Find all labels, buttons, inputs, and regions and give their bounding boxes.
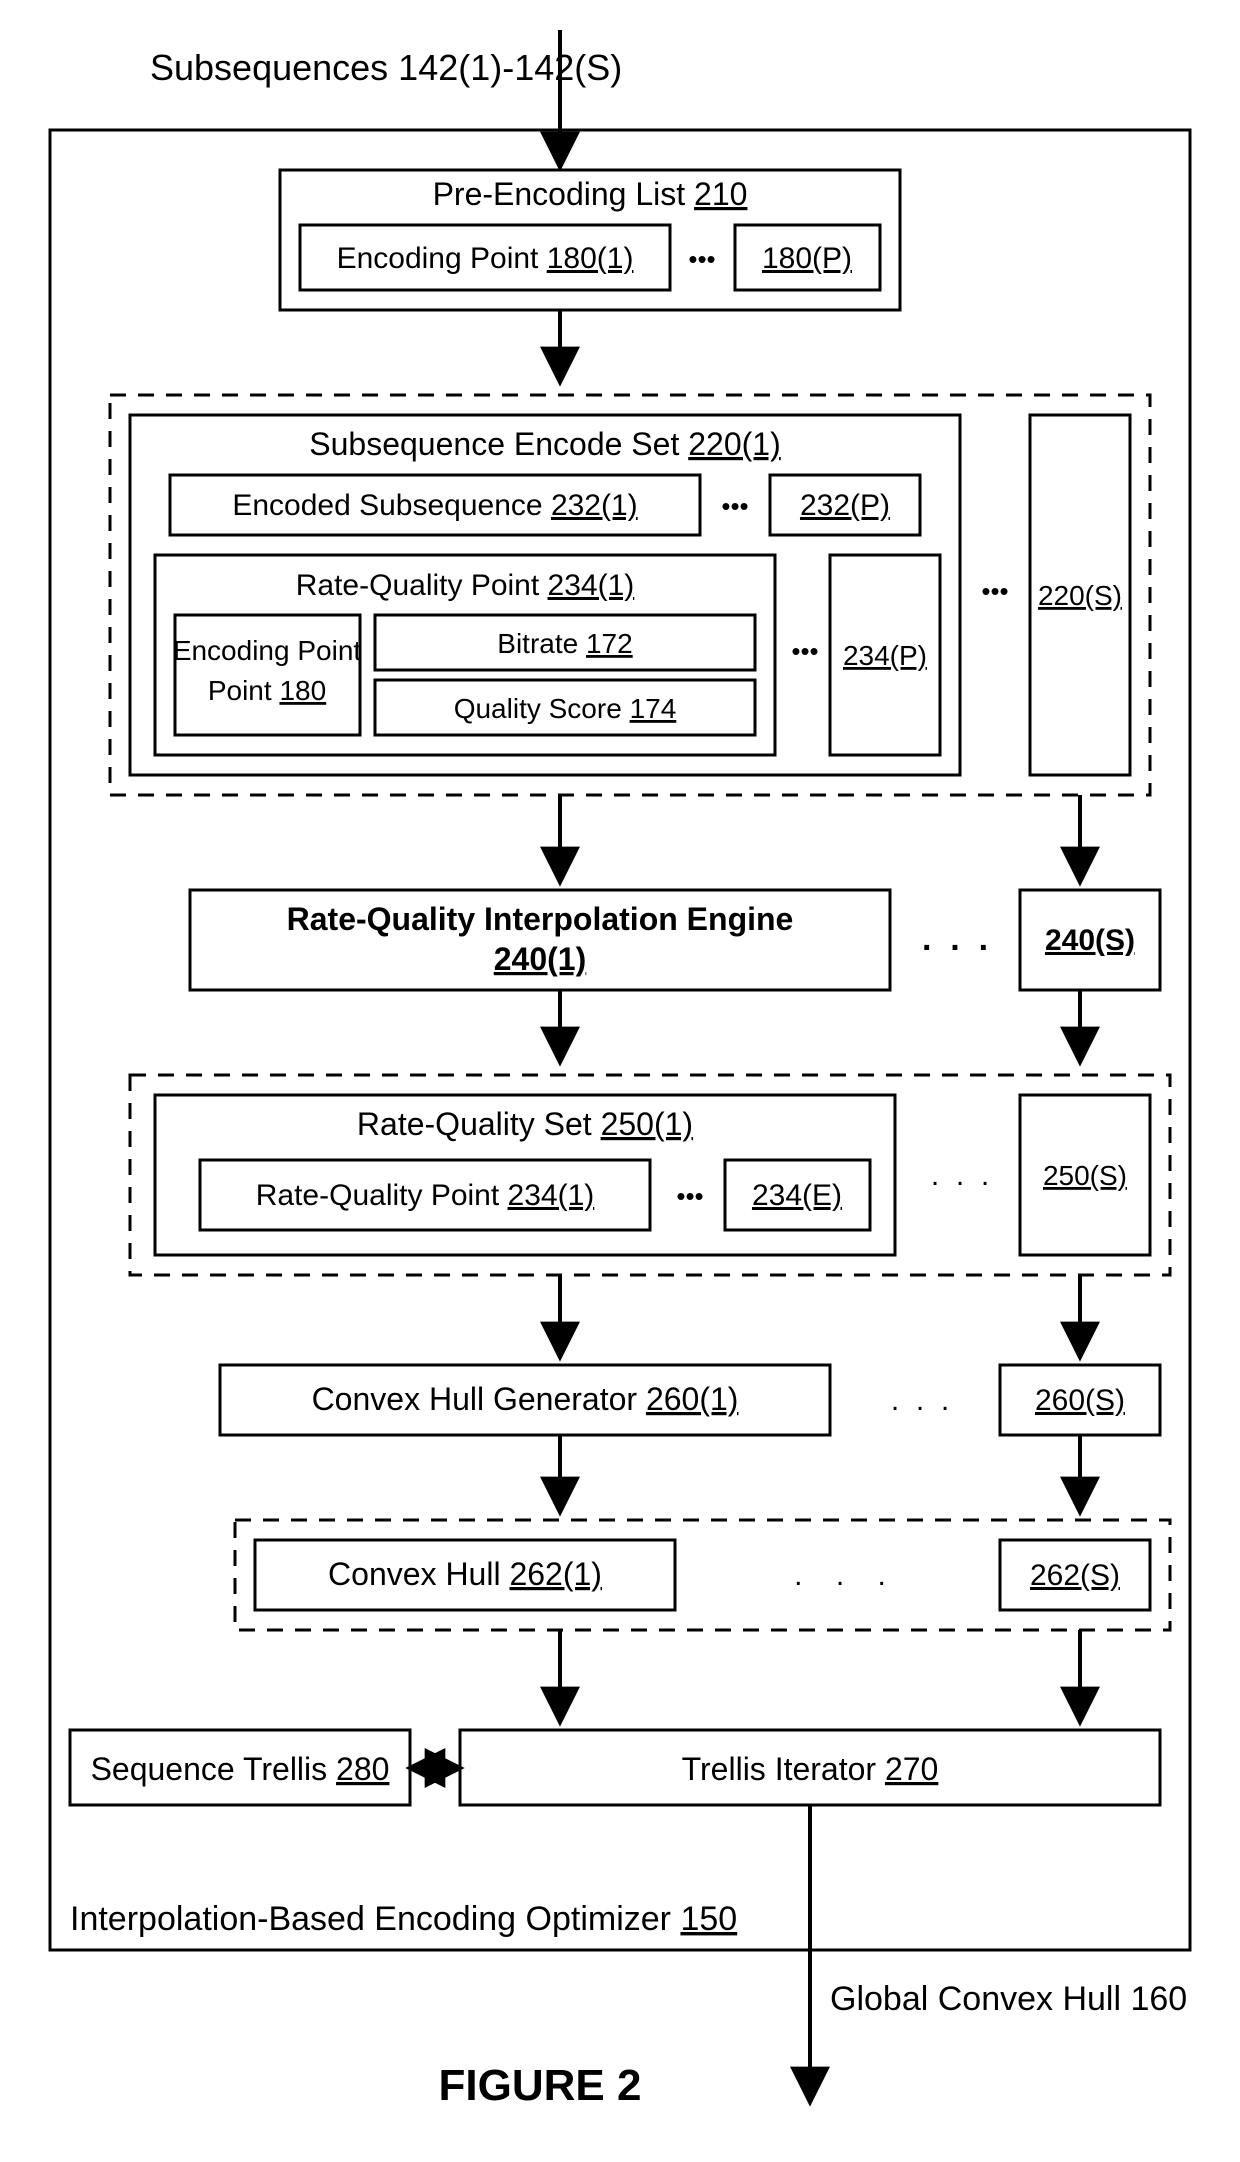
encoded-subseq-232-p-label: 232(P) xyxy=(800,489,890,522)
enc-pt-180-label1: Encoding Point xyxy=(173,635,362,666)
rq-point-234-1-title: Rate-Quality Point 234(1) xyxy=(296,569,635,602)
input-label: Subsequences 142(1)-142(S) xyxy=(150,47,622,88)
interp-dots: . . . xyxy=(922,920,988,958)
ch-262-s-label: 262(S) xyxy=(1030,1559,1120,1592)
interp-engine-title: Rate-Quality Interpolation Engine xyxy=(287,901,794,937)
sub-enc-right-dots: ••• xyxy=(981,576,1008,606)
rq-set-inner-dots: ••• xyxy=(676,1181,703,1211)
enc-pt-180-p-label: 180(P) xyxy=(762,242,852,275)
rq-set-250-1-title: Rate-Quality Set 250(1) xyxy=(357,1106,693,1142)
figure-caption: FIGURE 2 xyxy=(439,2061,642,2110)
rq-set-250-s-label: 250(S) xyxy=(1043,1160,1127,1191)
ch-gen-260-s-label: 260(S) xyxy=(1035,1384,1125,1417)
enc-pt-180-1-label: Encoding Point 180(1) xyxy=(337,242,634,275)
rq-234-dots: ••• xyxy=(791,636,818,666)
rq-pt-234-e-label: 234(E) xyxy=(752,1179,842,1212)
interp-engine-240-s-label: 240(S) xyxy=(1045,924,1135,957)
pre-encoding-list-title: Pre-Encoding List 210 xyxy=(433,176,748,212)
ch-gen-260-1-label: Convex Hull Generator 260(1) xyxy=(312,1381,739,1417)
bitrate-172-label: Bitrate 172 xyxy=(497,628,632,659)
sub-enc-set-title: Subsequence Encode Set 220(1) xyxy=(309,426,780,462)
enc-pt-180-label2: Point 180 xyxy=(208,675,326,706)
pre-list-dots: ••• xyxy=(688,244,715,274)
rq-234-p-label: 234(P) xyxy=(843,640,927,671)
interp-engine-ref: 240(1) xyxy=(494,941,587,977)
ch-gen-dots: . . . xyxy=(891,1384,949,1417)
encoded-subseq-dots: ••• xyxy=(721,491,748,521)
rq-set-right-dots: . . . xyxy=(931,1159,989,1192)
outer-label: Interpolation-Based Encoding Optimizer 1… xyxy=(70,1900,737,1938)
sub-enc-220-s-label: 220(S) xyxy=(1038,580,1122,611)
encoded-subseq-232-1-label: Encoded Subsequence 232(1) xyxy=(232,489,637,522)
ch-262-1-label: Convex Hull 262(1) xyxy=(328,1556,602,1592)
ch-dots: . . . xyxy=(794,1559,886,1592)
outer-optimizer-box xyxy=(50,130,1190,1950)
trellis-iterator-label: Trellis Iterator 270 xyxy=(682,1751,939,1787)
sequence-trellis-label: Sequence Trellis 280 xyxy=(91,1751,390,1787)
rq-pt-234-1-b-label: Rate-Quality Point 234(1) xyxy=(256,1179,595,1212)
qscore-174-label: Quality Score 174 xyxy=(454,693,677,724)
output-label: Global Convex Hull 160 xyxy=(830,1980,1187,2018)
